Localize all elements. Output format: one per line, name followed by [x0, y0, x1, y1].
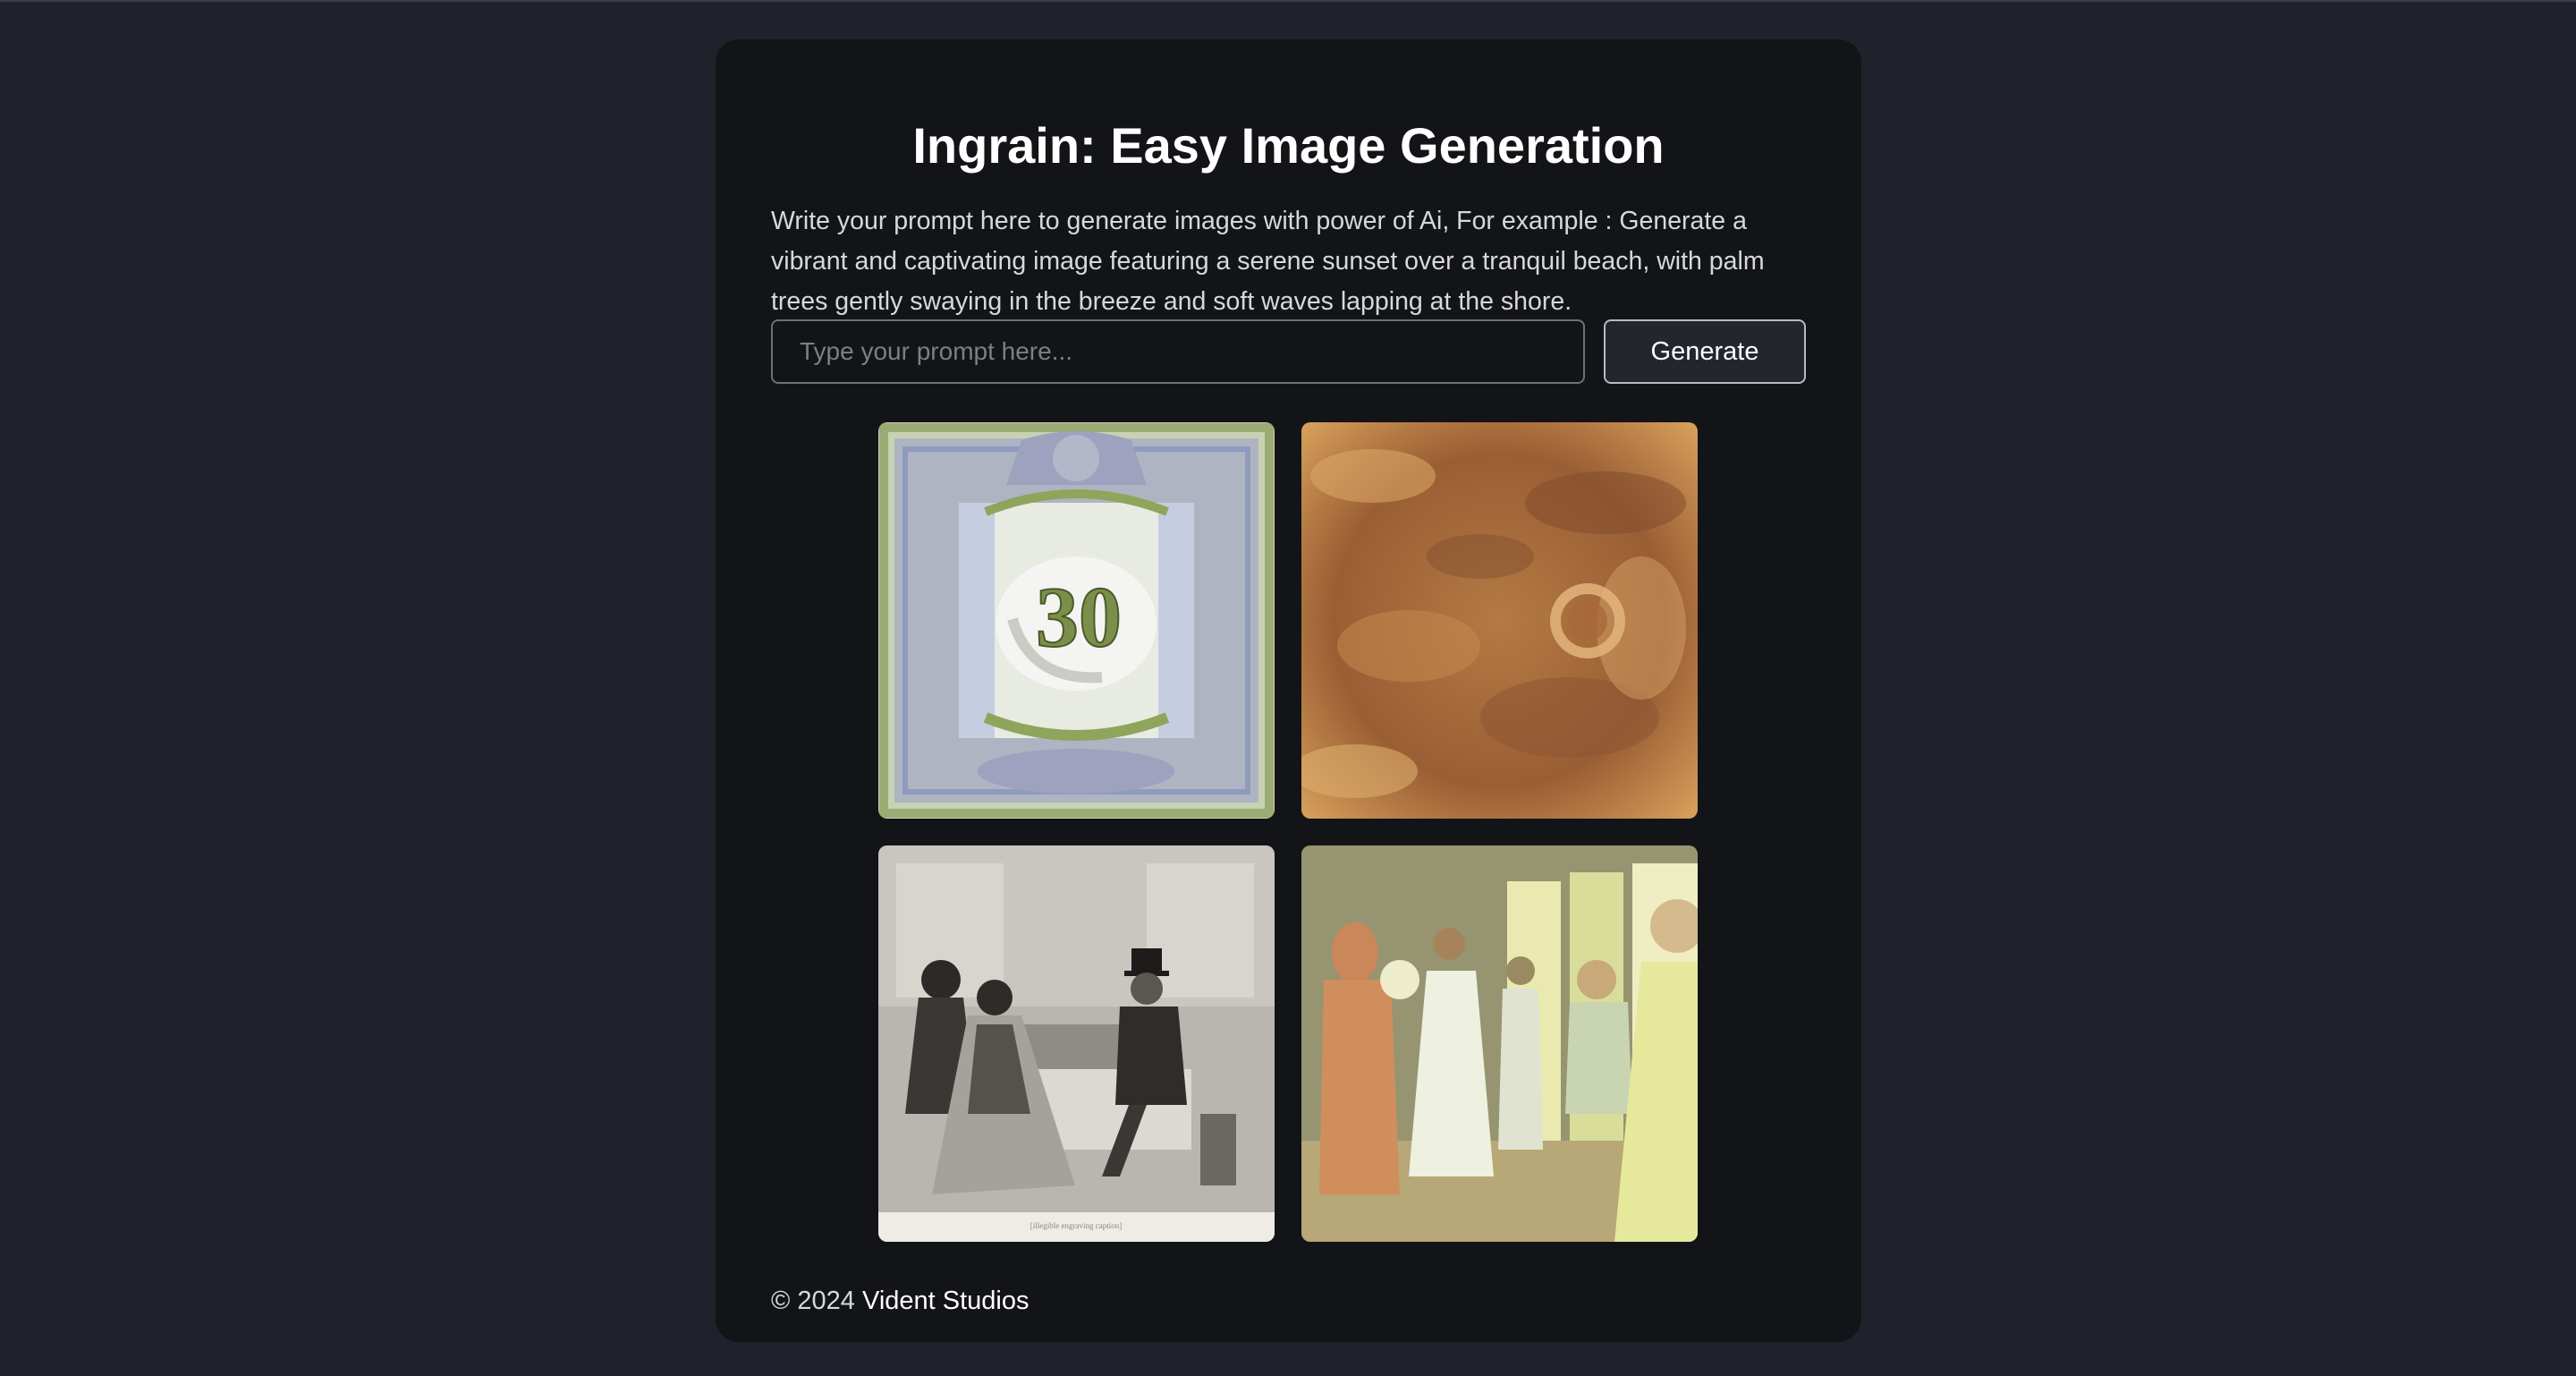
page-description: Write your prompt here to generate image… [771, 207, 1765, 316]
engraving-caption: [illegible engraving caption] [1030, 1221, 1122, 1230]
copyright-text: © 2024 [771, 1287, 855, 1315]
gallery-image-banknote[interactable]: 30 [878, 422, 1275, 819]
banknote-number-30: 30 [1036, 569, 1122, 665]
generate-button[interactable]: Generate [1604, 319, 1806, 384]
footer: © 2024 Vident Studios [771, 1283, 1030, 1319]
gallery-image-amber-texture[interactable] [1301, 422, 1698, 819]
prompt-input[interactable] [771, 319, 1585, 384]
window-top-border [0, 0, 2576, 2]
gallery-image-figures-window[interactable] [1301, 845, 1698, 1242]
image-gallery: 30 [illegible engraving caption] [878, 422, 1699, 1244]
footer-brand-link[interactable]: Vident Studios [862, 1287, 1030, 1315]
main-card: Ingrain: Easy Image Generation Write you… [716, 39, 1861, 1342]
page-title: Ingrain: Easy Image Generation [912, 117, 1665, 174]
gallery-image-parlor-engraving[interactable]: [illegible engraving caption] [878, 845, 1275, 1242]
